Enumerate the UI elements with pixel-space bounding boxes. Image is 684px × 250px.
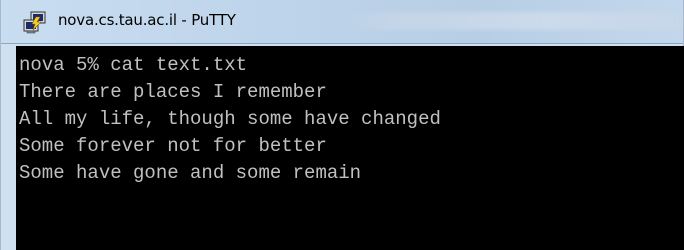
terminal-line: All my life, though some have changed [19, 108, 441, 130]
terminal-line: There are places I remember [19, 81, 327, 103]
putty-window: nova.cs.tau.ac.il - PuTTY nova 5% cat te… [0, 0, 684, 250]
window-title: nova.cs.tau.ac.il - PuTTY [58, 11, 236, 29]
terminal-line: Some forever not for better [19, 135, 327, 157]
terminal-line: Some have gone and some remain [19, 162, 362, 184]
putty-icon[interactable] [22, 11, 48, 35]
terminal-screen[interactable]: nova 5% cat text.txt There are places I … [16, 46, 684, 250]
terminal-line: nova 5% cat text.txt [19, 54, 248, 76]
title-bar[interactable]: nova.cs.tau.ac.il - PuTTY [1, 0, 683, 44]
title-bar-blurred-area [341, 12, 681, 30]
